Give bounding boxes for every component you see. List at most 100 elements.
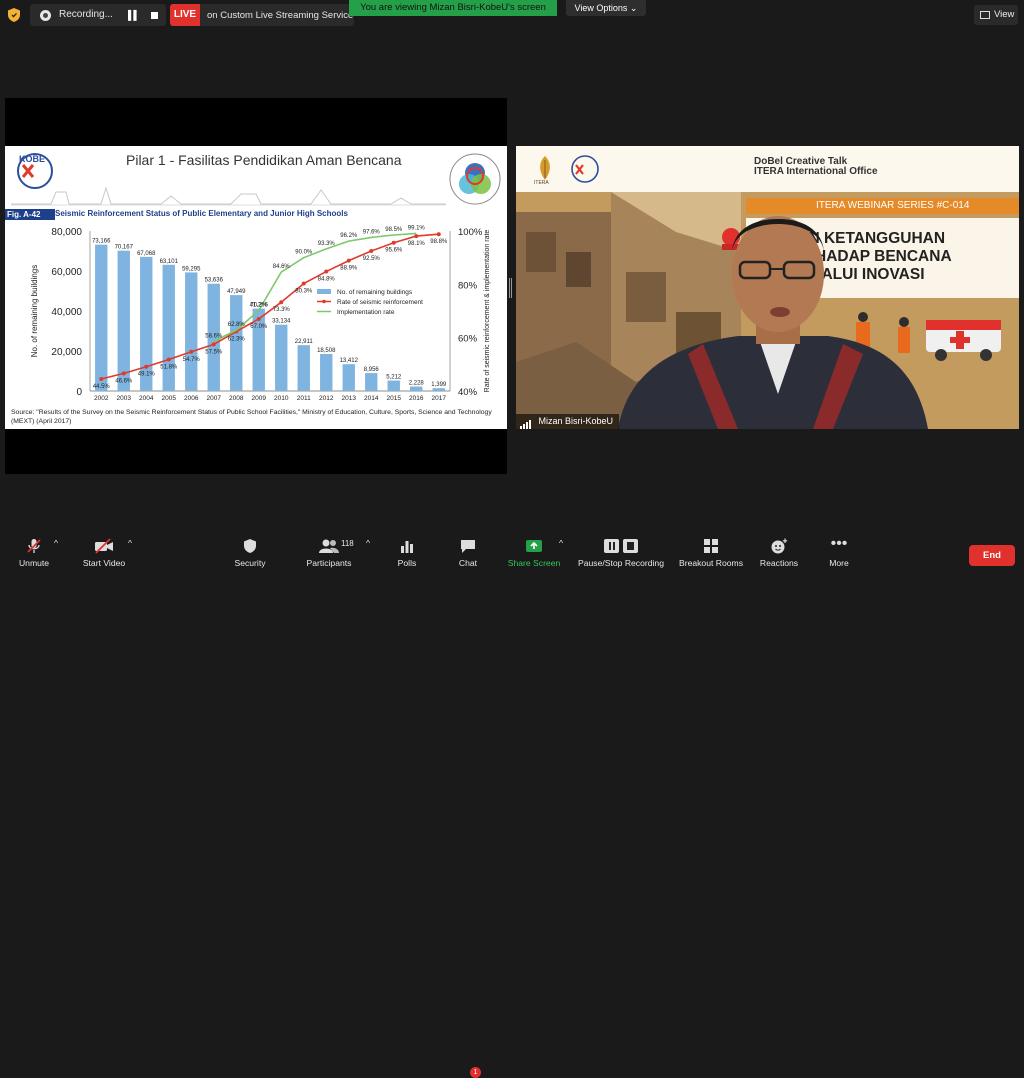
x-tick-label: 2015 <box>387 395 402 402</box>
share-options-caret[interactable]: ^ <box>559 538 563 548</box>
chat-unread-badge: 1 <box>470 1067 481 1078</box>
reinforcement-rate-label: 80.3% <box>295 289 313 295</box>
x-tick-label: 2005 <box>162 395 177 402</box>
more-dots-icon: ••• <box>830 535 848 552</box>
legend-label: Implementation rate <box>337 309 395 316</box>
muted-microphone-icon <box>27 539 41 553</box>
breakout-rooms-button[interactable]: Breakout Rooms <box>676 538 746 568</box>
bar-value-label: 53,636 <box>205 278 224 284</box>
bar <box>95 244 108 391</box>
pause-stop-recording-label: Pause/Stop Recording <box>578 558 664 568</box>
bar <box>342 364 355 391</box>
reinforcement-rate-label: 98.8% <box>430 239 448 245</box>
bar-value-label: 8,956 <box>364 367 380 373</box>
participants-count: 118 <box>341 539 354 548</box>
security-label: Security <box>234 558 266 568</box>
x-tick-label: 2017 <box>432 395 447 402</box>
reinforcement-rate-point <box>189 349 194 354</box>
implementation-rate-label: 98.5% <box>385 227 403 233</box>
unmute-button[interactable]: Unmute <box>12 538 56 568</box>
split-resize-handle[interactable] <box>509 278 513 298</box>
chat-button[interactable]: Chat <box>452 538 484 568</box>
reinforcement-rate-label: 57.5% <box>205 349 223 355</box>
participants-label: Participants <box>306 558 352 568</box>
more-button[interactable]: ••• More <box>822 535 856 569</box>
bar-value-label: 2,228 <box>409 381 425 387</box>
live-stream-indicator[interactable]: LIVE on Custom Live Streaming Service <box>170 4 354 26</box>
bar-value-label: 59,295 <box>182 266 201 272</box>
disaster-safety-emblem <box>449 153 501 205</box>
reinforcement-rate-point <box>166 357 171 362</box>
security-button[interactable]: Security <box>230 538 270 568</box>
reinforcement-rate-label: 95.6% <box>385 248 403 254</box>
x-tick-label: 2016 <box>409 395 424 402</box>
reinforcement-rate-label: 49.1% <box>138 372 156 378</box>
share-screen-button[interactable]: Share Screen <box>504 538 564 568</box>
implementation-rate-label: 58.6% <box>205 333 223 339</box>
participants-options-caret[interactable]: ^ <box>366 538 370 548</box>
reinforcement-rate-point <box>414 234 419 239</box>
signal-strength-icon <box>520 414 532 429</box>
bar-value-label: 18,508 <box>317 348 336 354</box>
bar <box>117 250 130 391</box>
reactions-icon <box>771 538 788 554</box>
more-label: More <box>829 558 849 568</box>
kobe-logo-small <box>571 155 599 183</box>
slide-source-note: Source: "Results of the Survey on the Se… <box>11 409 492 425</box>
chevron-down-icon: ⌄ <box>629 3 638 13</box>
view-options-button[interactable]: View Options ⌄ <box>566 0 646 16</box>
x-tick-label: 2007 <box>207 395 222 402</box>
speaker-video: ITERA DoBel Creative Talk ITERA Internat… <box>516 146 1019 429</box>
speaker-person <box>618 216 928 429</box>
implementation-rate-label: 99.1% <box>408 225 426 231</box>
x-tick-label: 2010 <box>274 395 289 402</box>
start-video-button[interactable]: Start Video <box>79 538 129 568</box>
stop-recording-icon[interactable] <box>151 12 158 19</box>
bar-value-label: 1,399 <box>431 382 447 388</box>
live-badge: LIVE <box>170 4 200 26</box>
bar <box>230 295 243 391</box>
y-tick-label: 80,000 <box>51 227 82 238</box>
reinforcement-rate-label: 67.0% <box>250 324 268 330</box>
video-off-icon <box>95 538 113 554</box>
view-button[interactable]: View <box>974 5 1018 25</box>
implementation-rate-label: 84.6% <box>273 264 291 270</box>
bar <box>320 353 333 391</box>
video-options-caret[interactable]: ^ <box>128 538 132 548</box>
reactions-label: Reactions <box>759 558 799 568</box>
reinforcement-rate-point <box>121 371 126 376</box>
reinforcement-rate-point <box>324 269 329 274</box>
reactions-button[interactable]: Reactions <box>756 538 802 568</box>
y2-axis-label: Rate of seismic reinforcement & implemen… <box>484 230 491 393</box>
audio-options-caret[interactable]: ^ <box>54 538 58 548</box>
chat-icon <box>461 540 475 553</box>
reinforcement-rate-point <box>99 377 104 381</box>
bar-value-label: 73,166 <box>92 239 111 245</box>
participant-name: Mizan Bisri-KobeU <box>538 416 614 426</box>
view-options-label: View Options <box>574 3 628 13</box>
bar <box>432 388 445 391</box>
pause-stop-recording-button[interactable]: Pause/Stop Recording <box>574 538 668 568</box>
reinforcement-rate-label: 73.3% <box>273 307 291 313</box>
reinforcement-rate-point <box>279 300 284 305</box>
bar <box>297 345 310 391</box>
bar <box>410 386 423 391</box>
polls-icon <box>401 541 413 553</box>
y-axis-label: No. of remaining buildings <box>30 265 39 358</box>
pause-stop-recording-icon <box>604 539 638 553</box>
reinforcement-rate-point <box>369 249 374 253</box>
end-meeting-button[interactable]: End <box>969 545 1015 566</box>
itera-logo-label: ITERA <box>534 180 549 186</box>
shield-icon[interactable] <box>8 8 20 22</box>
reinforcement-rate-label: 92.5% <box>363 256 381 262</box>
grid-view-icon <box>980 11 990 19</box>
breakout-rooms-icon <box>704 539 718 553</box>
figure-title: Seismic Reinforcement Status of Public E… <box>55 209 348 218</box>
polls-button[interactable]: Polls <box>390 538 424 568</box>
x-tick-label: 2011 <box>297 395 311 402</box>
bar-value-label: 5,212 <box>386 375 402 381</box>
reinforcement-rate-point <box>436 232 441 237</box>
reinforcement-rate-point <box>211 342 216 347</box>
start-video-label: Start Video <box>82 558 126 568</box>
pause-recording-icon[interactable]: ▌▌ <box>128 10 140 20</box>
